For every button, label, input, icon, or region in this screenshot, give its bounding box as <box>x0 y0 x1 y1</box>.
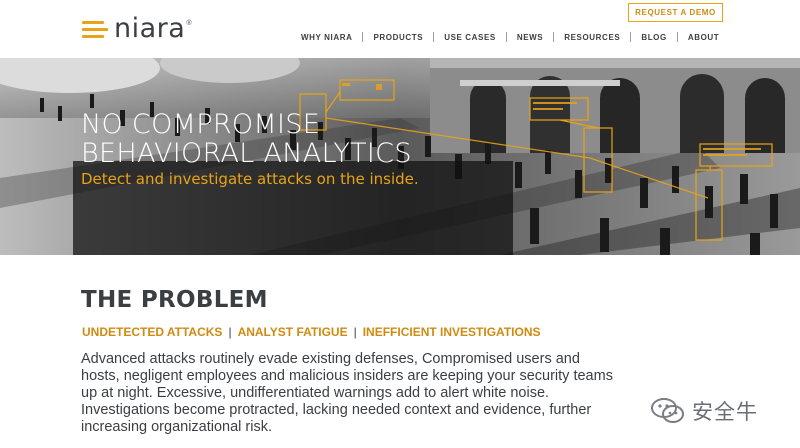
tag-analyst-fatigue: ANALYST FATIGUE <box>237 325 348 339</box>
registered-mark: ® <box>186 20 192 27</box>
hero-subtitle: Detect and investigate attacks on the in… <box>81 170 419 188</box>
niara-logo[interactable]: niara ® <box>82 13 192 44</box>
hero-title-line-2: BEHAVIORAL ANALYTICS <box>81 138 412 169</box>
logo-text: niara <box>114 13 186 44</box>
wechat-icon <box>651 398 684 423</box>
nav-why-niara[interactable]: WHY NIARA <box>291 33 362 42</box>
tag-undetected-attacks: UNDETECTED ATTACKS <box>82 325 223 339</box>
section-title: THE PROBLEM <box>81 287 268 313</box>
main-nav: WHY NIARA PRODUCTS USE CASES NEWS RESOUR… <box>291 31 729 43</box>
hero-title-line-1: NO COMPROMISE <box>81 109 321 140</box>
request-demo-button[interactable]: REQUEST A DEMO <box>628 3 723 22</box>
nav-resources[interactable]: RESOURCES <box>554 33 630 42</box>
watermark: 安全牛 <box>650 396 758 426</box>
tag-inefficient-investigations: INEFFICIENT INVESTIGATIONS <box>362 325 541 339</box>
watermark-text: 安全牛 <box>692 400 758 424</box>
hero-title: NO COMPROMISE BEHAVIORAL ANALYTICS <box>81 110 412 168</box>
tag-separator: | <box>228 325 232 339</box>
nav-blog[interactable]: BLOG <box>631 33 677 42</box>
nav-about[interactable]: ABOUT <box>678 33 729 42</box>
nav-products[interactable]: PRODUCTS <box>363 33 433 42</box>
niara-logo-mark-icon <box>82 18 110 40</box>
problem-description: Advanced attacks routinely evade existin… <box>81 351 613 435</box>
nav-use-cases[interactable]: USE CASES <box>434 33 506 42</box>
problem-tags: UNDETECTED ATTACKS | ANALYST FATIGUE | I… <box>82 325 541 339</box>
nav-news[interactable]: NEWS <box>507 33 553 42</box>
site-header: niara ® REQUEST A DEMO WHY NIARA PRODUCT… <box>0 0 800 58</box>
tag-separator: | <box>353 325 357 339</box>
